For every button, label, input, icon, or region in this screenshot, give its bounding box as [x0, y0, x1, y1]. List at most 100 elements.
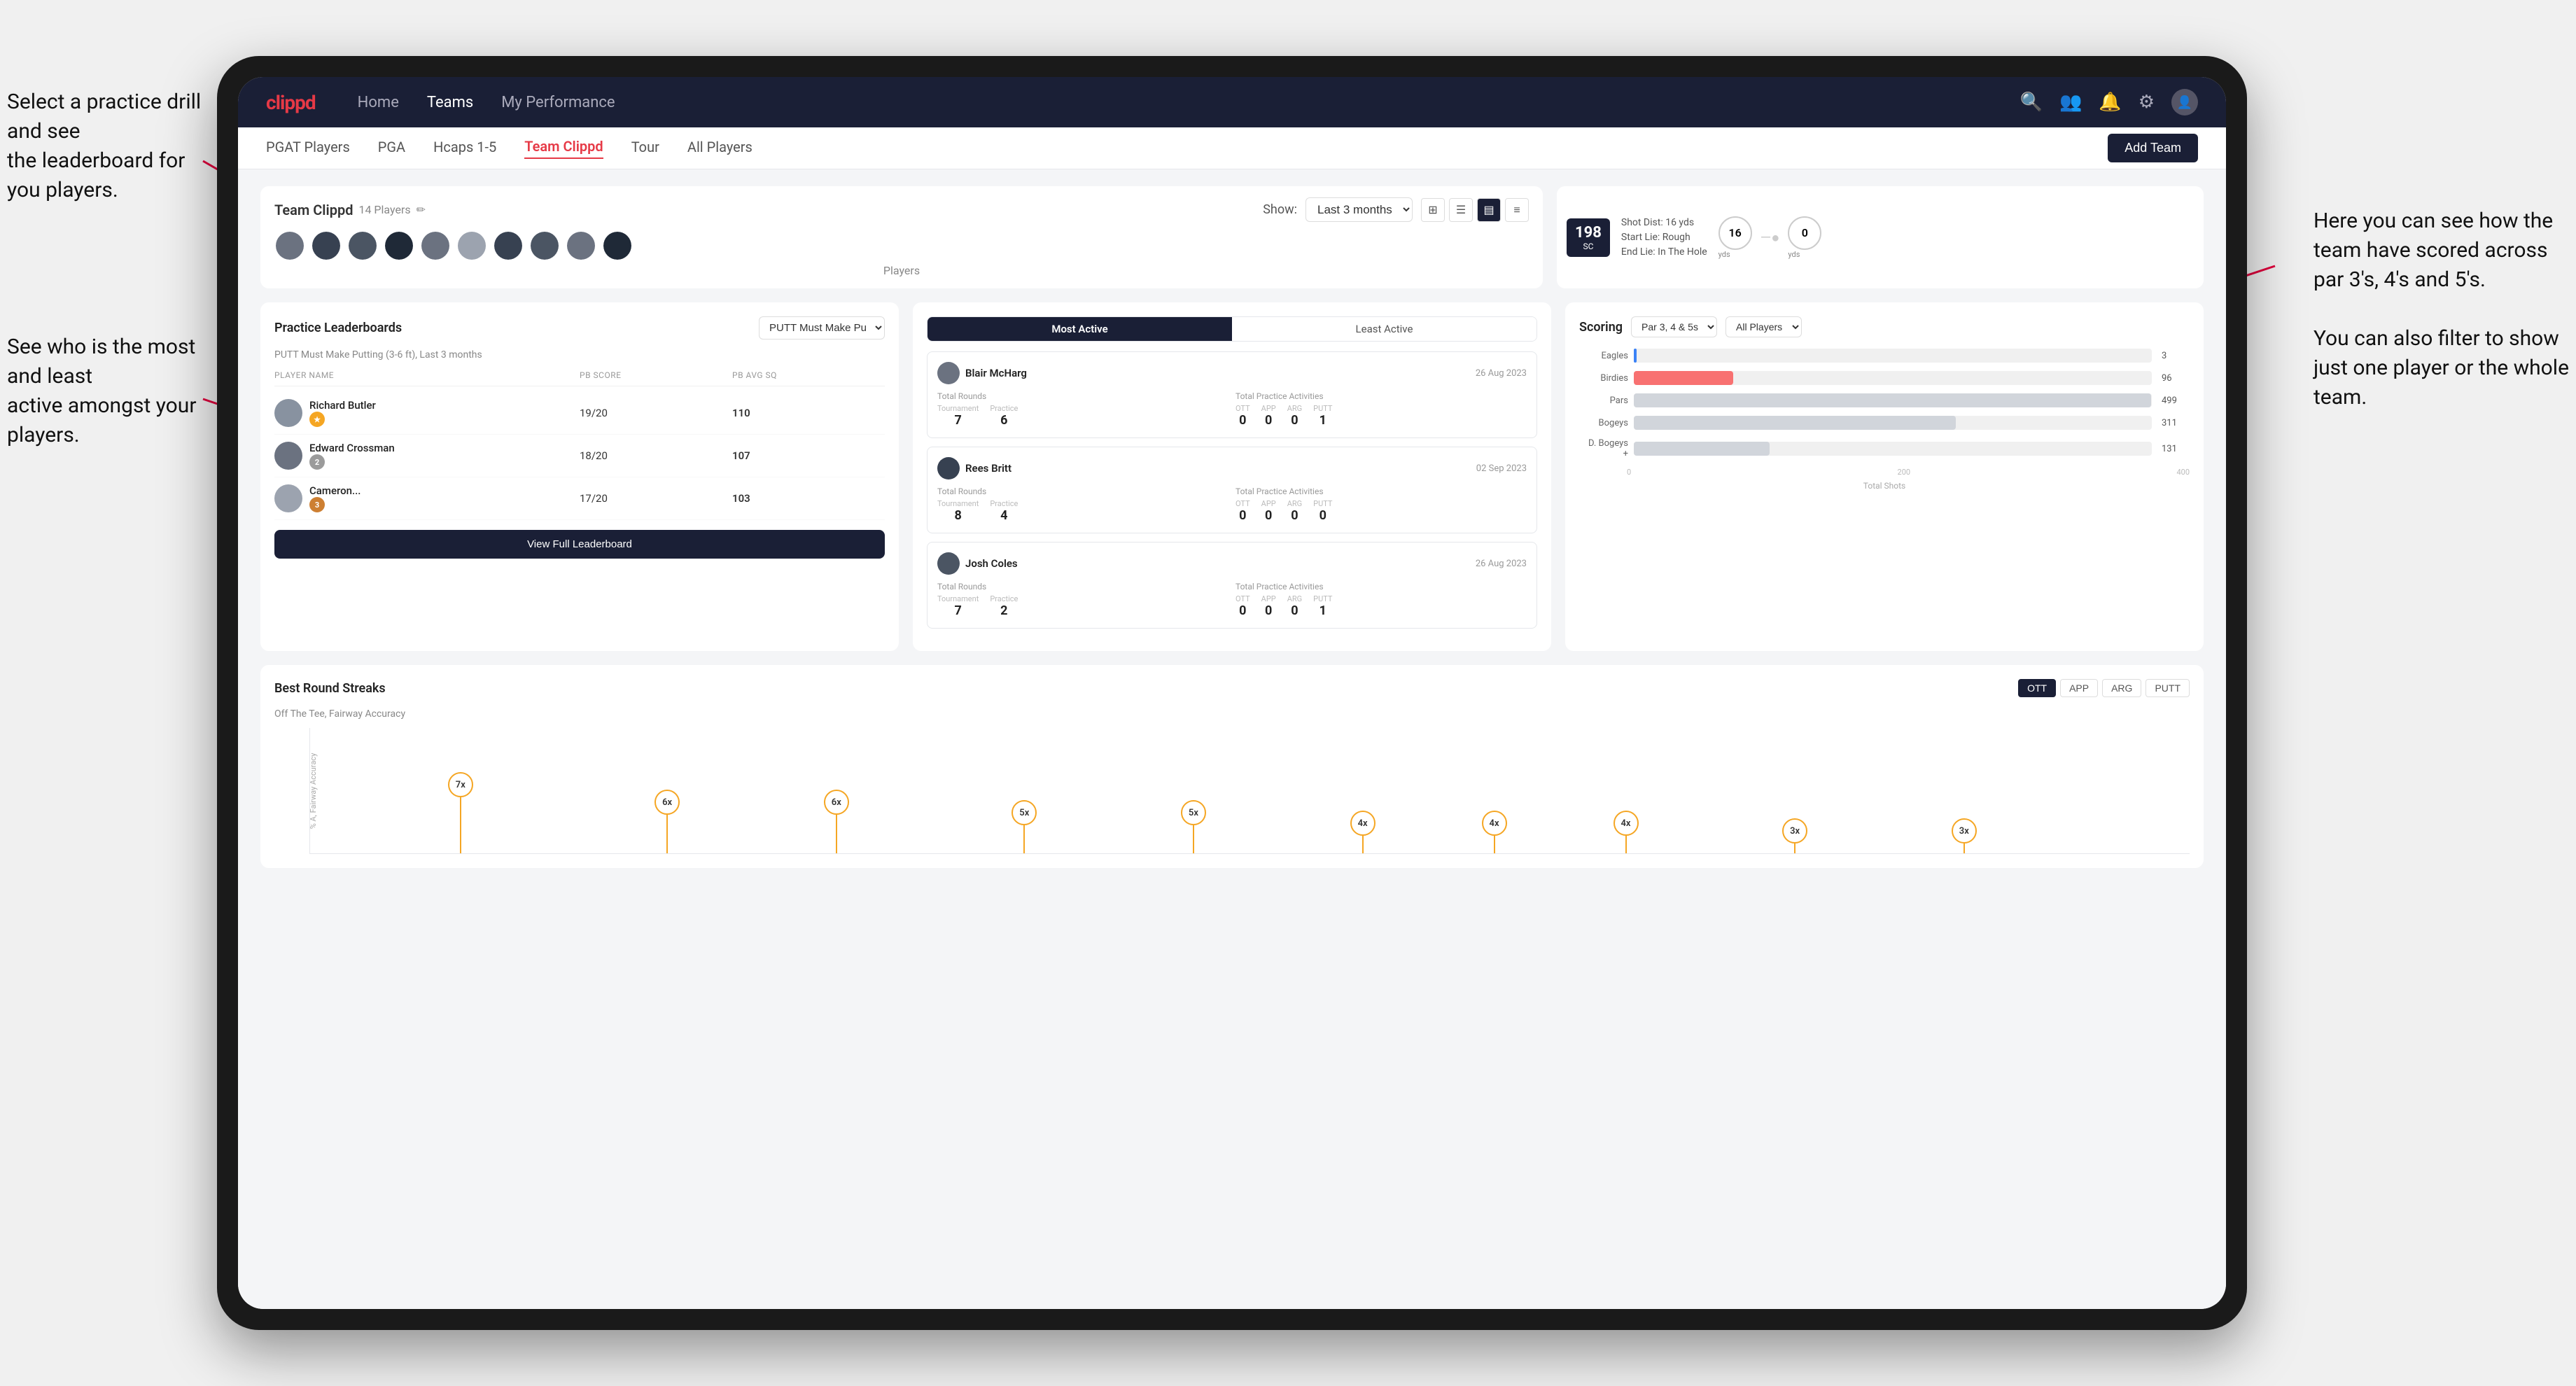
- bar-label-eagles: Eagles: [1586, 351, 1628, 361]
- shot-info-card: 198 SC Shot Dist: 16 yds Start Lie: Roug…: [1557, 186, 2204, 288]
- streak-point-1: 7x: [448, 772, 473, 853]
- lb-player-1: Richard Butler ★: [274, 399, 580, 427]
- streak-stem-2: [666, 815, 668, 853]
- pa-activities-group-3: Total Practice Activities OTT 0 APP 0: [1236, 582, 1527, 618]
- bar-label-dbogeys: D. Bogeys +: [1586, 438, 1628, 459]
- streaks-filter-ott[interactable]: OTT: [2018, 679, 2056, 697]
- pa-arg-val-3: 0: [1287, 603, 1302, 618]
- pa-app-col: APP 0: [1261, 404, 1276, 428]
- bar-track-birdies: [1634, 371, 2152, 385]
- pa-rounds-group-2: Total Rounds Tournament 8 Practice 4: [937, 486, 1228, 523]
- search-icon[interactable]: 🔍: [2020, 92, 2043, 113]
- player-avatar-1[interactable]: [274, 230, 305, 261]
- player-avatar-10[interactable]: [602, 230, 633, 261]
- add-team-button[interactable]: Add Team: [2108, 134, 2198, 162]
- view-leaderboard-button[interactable]: View Full Leaderboard: [274, 530, 885, 559]
- player-avatar-6[interactable]: [456, 230, 487, 261]
- shot-distance-unit: SC: [1575, 241, 1602, 251]
- player-avatar-7[interactable]: [493, 230, 524, 261]
- bar-fill-bogeys: [1634, 416, 1956, 430]
- shot-distance-badge: 198 SC: [1567, 218, 1610, 257]
- drill-select[interactable]: PUTT Must Make Putting...: [759, 316, 885, 340]
- bar-fill-pars: [1634, 393, 2151, 407]
- subnav-tour[interactable]: Tour: [631, 139, 659, 158]
- player-avatar-5[interactable]: [420, 230, 451, 261]
- edit-icon[interactable]: ✏: [416, 203, 426, 216]
- tab-most-active[interactable]: Most Active: [927, 317, 1232, 341]
- show-label: Show:: [1263, 202, 1297, 217]
- subnav-hcaps[interactable]: Hcaps 1-5: [433, 139, 496, 158]
- subnav-all-players[interactable]: All Players: [687, 139, 752, 158]
- grid-view-btn[interactable]: ⊞: [1421, 198, 1445, 222]
- pa-activities-sub-2: OTT 0 APP 0 ARG 0: [1236, 499, 1527, 523]
- tablet-screen: clippd Home Teams My Performance 🔍 👥 🔔 ⚙…: [238, 77, 2226, 1309]
- player-avatar-2[interactable]: [311, 230, 342, 261]
- tablet-frame: clippd Home Teams My Performance 🔍 👥 🔔 ⚙…: [217, 56, 2247, 1330]
- pa-avatar-3: [937, 552, 960, 575]
- streak-bubble-8: 4x: [1614, 811, 1639, 836]
- subnav-pga[interactable]: PGA: [378, 139, 405, 158]
- player-avatar-3[interactable]: [347, 230, 378, 261]
- scoring-filter-players[interactable]: All Players: [1726, 316, 1802, 337]
- pa-player-3: Josh Coles: [937, 552, 1018, 575]
- pa-app-val-3: 0: [1261, 603, 1276, 618]
- main-content: Team Clippd 14 Players ✏ Show: Last 3 mo…: [238, 169, 2226, 1309]
- bar-val-bogeys: 311: [2162, 418, 2183, 428]
- chart-axis: 0 200 400: [1579, 468, 2190, 477]
- streak-point-3: 6x: [824, 790, 849, 853]
- streak-point-5: 5x: [1181, 800, 1206, 853]
- bell-icon[interactable]: 🔔: [2099, 92, 2121, 113]
- bar-label-pars: Pars: [1586, 396, 1628, 406]
- streak-bubble-5: 5x: [1181, 800, 1206, 825]
- pa-player-1: Blair McHarg: [937, 362, 1027, 384]
- streak-bubble-6: 4x: [1350, 811, 1376, 836]
- rank-badge-gold: ★: [309, 412, 325, 427]
- streaks-filter-group: OTT APP ARG PUTT: [2018, 679, 2190, 697]
- scoring-filter-par[interactable]: Par 3, 4 & 5s: [1631, 316, 1717, 337]
- nav-link-home[interactable]: Home: [358, 94, 399, 111]
- bar-track-eagles: [1634, 349, 2152, 363]
- nav-link-performance[interactable]: My Performance: [501, 94, 615, 111]
- list-view-btn[interactable]: ☰: [1449, 198, 1473, 222]
- pa-putt-val-1: 1: [1313, 413, 1332, 428]
- pa-rounds-label-2: Total Rounds: [937, 486, 1228, 496]
- player-avatar-8[interactable]: [529, 230, 560, 261]
- subnav-team-clippd[interactable]: Team Clippd: [524, 138, 603, 159]
- pa-name-2: Rees Britt: [965, 462, 1011, 475]
- navbar-links: Home Teams My Performance: [358, 94, 2020, 111]
- pa-tournament-col: Tournament 7: [937, 404, 979, 428]
- scoring-header: Scoring Par 3, 4 & 5s All Players: [1579, 316, 2190, 337]
- lb-score-3: 17/20: [580, 492, 732, 505]
- y-axis-label: % A, Fairway Accuracy: [309, 752, 318, 829]
- player-avatar-9[interactable]: [566, 230, 596, 261]
- pa-header-3: Josh Coles 26 Aug 2023: [937, 552, 1527, 575]
- pa-putt-col: PUTT 1: [1313, 404, 1332, 428]
- pa-putt-val-2: 0: [1313, 508, 1332, 523]
- pa-rounds-sub-2: Tournament 8 Practice 4: [937, 499, 1228, 523]
- table-row: Cameron... 3 17/20 103: [274, 477, 885, 520]
- bar-val-eagles: 3: [2162, 351, 2183, 361]
- subnav-pgat[interactable]: PGAT Players: [266, 139, 350, 158]
- nav-link-teams[interactable]: Teams: [427, 94, 473, 111]
- streaks-filter-putt[interactable]: PUTT: [2146, 679, 2190, 697]
- user-avatar[interactable]: 👤: [2171, 89, 2198, 115]
- card-view-btn[interactable]: ▤: [1477, 198, 1501, 222]
- tab-least-active[interactable]: Least Active: [1232, 317, 1536, 341]
- pa-rounds-sub-3: Tournament 7 Practice 2: [937, 594, 1228, 618]
- pa-activities-group-2: Total Practice Activities OTT 0 APP 0: [1236, 486, 1527, 523]
- streaks-subtitle: Off The Tee, Fairway Accuracy: [274, 708, 2190, 720]
- bar-fill-birdies: [1634, 371, 1733, 385]
- player-avatar-4[interactable]: [384, 230, 414, 261]
- streaks-filter-app[interactable]: APP: [2060, 679, 2098, 697]
- settings-icon[interactable]: ⚙: [2138, 92, 2155, 113]
- three-col-section: Practice Leaderboards PUTT Must Make Put…: [260, 302, 2204, 651]
- streak-point-4: 5x: [1011, 800, 1037, 853]
- people-icon[interactable]: 👥: [2059, 92, 2082, 113]
- shot-yardage-display: 16 yds —● 0 yds: [1718, 216, 1822, 259]
- show-period-select[interactable]: Last 3 months: [1306, 197, 1413, 222]
- shot-distance-number: 198: [1575, 224, 1602, 241]
- streaks-filter-arg[interactable]: ARG: [2102, 679, 2141, 697]
- filter-btn[interactable]: ≡: [1505, 198, 1529, 222]
- bar-track-dbogeys: [1634, 442, 2152, 456]
- streak-stem-7: [1494, 836, 1495, 853]
